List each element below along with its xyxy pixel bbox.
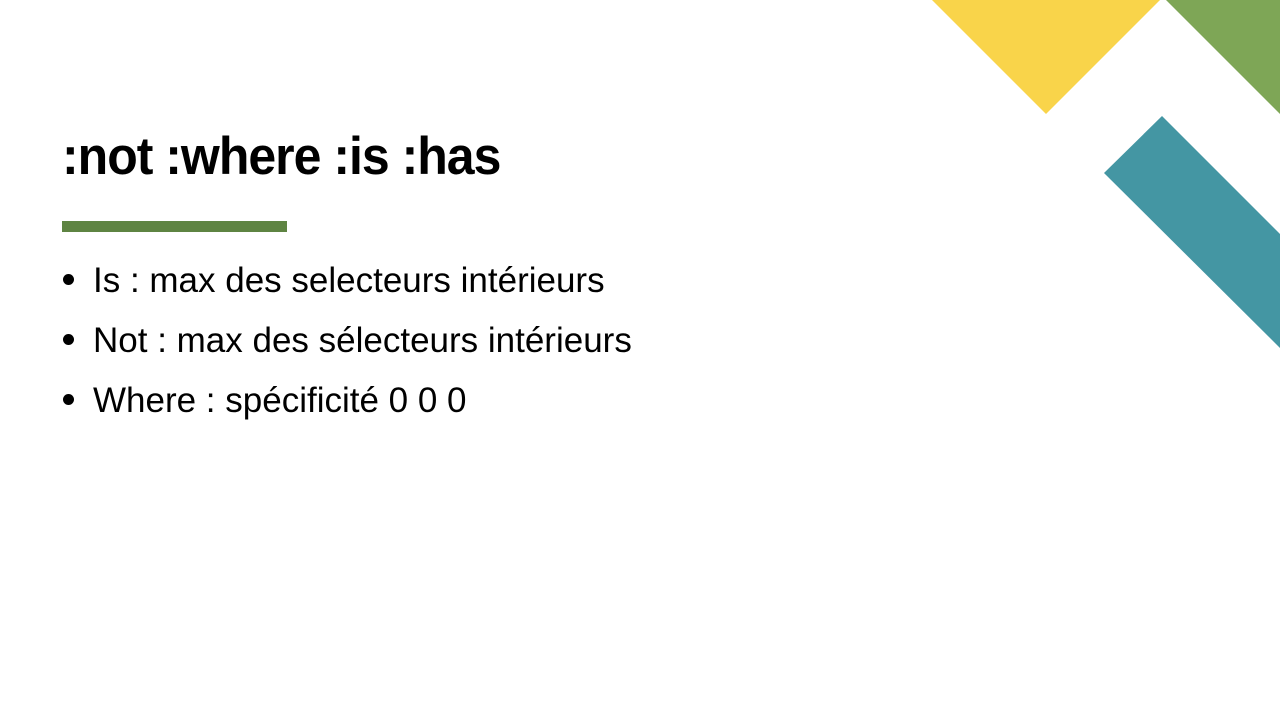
teal-band-shape: [1104, 116, 1280, 348]
bullet-text: Is : max des selecteurs intérieurs: [93, 261, 605, 300]
bullet-dot-icon: [63, 274, 74, 285]
green-triangle-shape: [1166, 0, 1280, 114]
bullet-dot-icon: [63, 394, 74, 405]
bullet-dot-icon: [63, 334, 74, 345]
bullet-item: Not : max des sélecteurs intérieurs: [62, 312, 632, 372]
bullet-item: Is : max des selecteurs intérieurs: [62, 252, 632, 312]
bullet-item: Where : spécificité 0 0 0: [62, 372, 632, 432]
bullet-text: Not : max des sélecteurs intérieurs: [93, 321, 632, 360]
title-underline: [62, 221, 287, 232]
slide-title: :not :where :is :has: [62, 126, 501, 186]
bullet-text: Where : spécificité 0 0 0: [93, 381, 467, 420]
yellow-triangle-shape: [932, 0, 1160, 114]
slide: :not :where :is :has Is : max des select…: [0, 0, 1280, 720]
bullet-list: Is : max des selecteurs intérieurs Not :…: [62, 252, 632, 432]
